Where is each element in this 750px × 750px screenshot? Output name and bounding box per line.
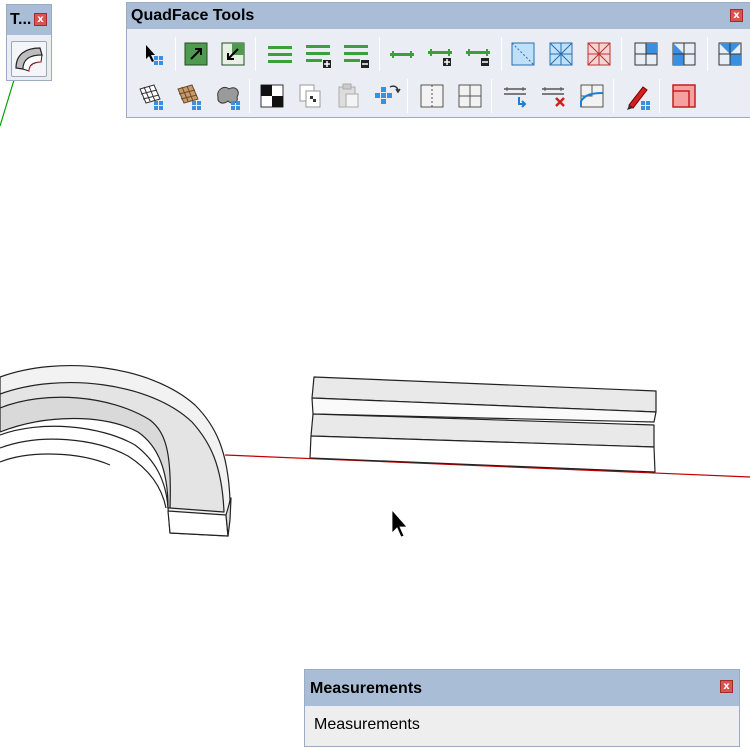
measurements-panel[interactable]: Measurements x Measurements [304,669,740,747]
paste-uv-icon [338,83,359,108]
shrink-loop-button[interactable] [463,39,493,69]
quadface-title[interactable]: QuadFace Tools [127,3,750,29]
arch-model[interactable] [0,364,232,537]
follow-me-icon [15,47,43,72]
grow-selection-button[interactable] [181,39,211,69]
region-to-loop-icon [511,42,535,66]
smooth-quad-mesh-button[interactable] [213,81,243,111]
measurements-title[interactable]: Measurements [305,670,739,706]
grow-ring-icon [306,45,331,68]
shrink-ring-icon [344,45,369,68]
unwrap-uv-icon [375,85,401,104]
grow-ring-button[interactable] [303,39,333,69]
select-loop-icon [390,51,414,58]
checker-icon [260,84,284,108]
measurements-value-field[interactable]: Measurements [306,707,738,745]
flip-edge-button[interactable] [669,81,699,111]
shrink-loop-icon [466,49,490,66]
triangulate-button[interactable] [631,39,661,69]
unwrap-uv-button[interactable] [371,81,401,111]
shrink-selection-icon [221,42,245,66]
triangulate-icon [634,42,658,66]
line-tool-icon [627,86,650,110]
shrink-selection-button[interactable] [218,39,248,69]
remove-triangulation-button[interactable] [669,39,699,69]
remove-triangulation-icon [672,42,696,66]
green-axis-line [0,79,15,127]
checker-button[interactable] [257,81,287,111]
slab-model[interactable] [309,376,657,473]
measurements-close-icon[interactable]: x [720,680,733,693]
select-quad-icon [146,45,163,65]
grow-loop-button[interactable] [425,39,455,69]
deselect-loop-button[interactable] [584,39,614,69]
paste-uv-button[interactable] [333,81,363,111]
uv-map-button[interactable] [136,81,166,111]
uv-mapping-icon [177,84,201,110]
uv-mapping-button[interactable] [174,81,204,111]
copy-uv-button[interactable] [295,81,325,111]
select-bounding-loop-button[interactable] [546,39,576,69]
shrink-ring-button[interactable] [341,39,371,69]
connect-edges-button[interactable] [455,81,485,111]
select-loop-button[interactable] [387,39,417,69]
tool-palette[interactable]: T... x [6,4,52,81]
mouse-cursor-icon [391,508,408,538]
connect-edges-icon [458,84,482,108]
copy-uv-icon [299,84,321,108]
make-planar-icon [718,42,742,66]
line-tool-button[interactable] [623,81,653,111]
tool-palette-close-icon[interactable]: x [34,13,47,26]
quadface-toolbar[interactable]: QuadFace Tools x [126,2,750,118]
make-planar-button[interactable] [715,39,745,69]
flip-edge-icon [672,84,696,108]
region-to-loop-button[interactable] [508,39,538,69]
build-corners-icon [580,84,604,108]
build-ends-button[interactable] [501,81,531,111]
quadface-close-icon[interactable]: x [730,9,743,22]
select-quad-button[interactable] [140,39,170,69]
grow-loop-icon [428,49,452,66]
remove-loops-icon [542,87,565,107]
smooth-quad-mesh-icon [217,86,240,110]
follow-me-button[interactable] [11,41,47,77]
insert-loops-icon [420,84,444,108]
deselect-loop-icon [587,42,611,66]
select-bounding-loop-icon [549,42,573,66]
grow-selection-icon [184,42,208,66]
remove-loops-button[interactable] [539,81,569,111]
build-ends-icon [504,87,527,108]
select-ring-icon [268,46,292,63]
uv-map-icon [139,84,163,110]
build-corners-button[interactable] [577,81,607,111]
insert-loops-button[interactable] [417,81,447,111]
select-ring-button[interactable] [265,39,295,69]
